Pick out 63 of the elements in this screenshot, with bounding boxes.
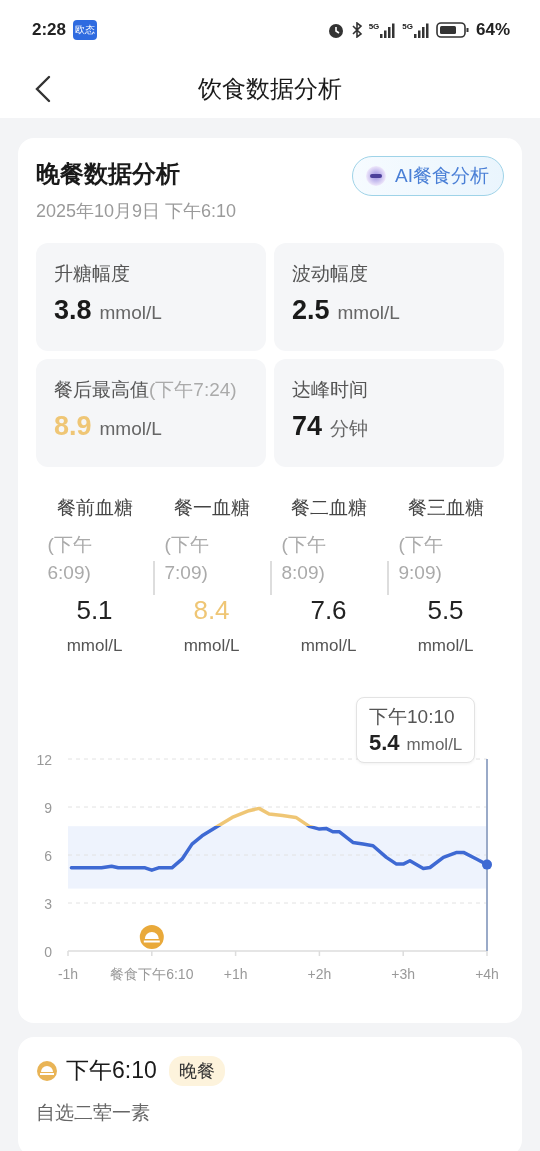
network-type: 5G	[368, 22, 380, 31]
reading-time: (下午9:09)	[398, 533, 444, 585]
stat-unit: mmol/L	[337, 302, 400, 324]
battery-level: 64%	[475, 20, 510, 40]
reading-unit: mmol/L	[66, 636, 123, 656]
reading-value: 5.5	[427, 595, 464, 626]
x-axis-label: +1h	[223, 966, 248, 982]
meal-description: 自选二荤一素	[36, 1101, 151, 1125]
reading-unit: mmol/L	[300, 636, 357, 656]
stat-unit: 分钟	[330, 417, 369, 441]
cloche-icon	[139, 925, 164, 949]
y-axis-label: 12	[36, 752, 52, 768]
reading-label: 餐前血糖	[56, 496, 133, 520]
reading-time: (下午6:09)	[47, 533, 93, 585]
network-type: 5G	[402, 22, 413, 31]
reading-label: 餐三血糖	[407, 496, 484, 520]
y-axis-label: 3	[44, 896, 52, 912]
app-badge: 欧态	[73, 20, 98, 40]
bluetooth-icon	[350, 22, 363, 38]
reading-unit: mmol/L	[417, 636, 474, 656]
meal-time: 下午6:10	[66, 1056, 157, 1085]
stat-value: 3.8	[54, 295, 92, 326]
stat-label: 波动幅度	[292, 262, 368, 286]
stat-unit: mmol/L	[99, 302, 162, 324]
data-point	[482, 859, 492, 870]
ai-analysis-button[interactable]: AI餐食分析	[352, 156, 504, 196]
cloche-icon	[36, 1059, 58, 1082]
x-axis-label: +4h	[475, 966, 499, 982]
stat-label: 达峰时间	[292, 378, 368, 402]
clock-time: 2:28	[32, 20, 67, 40]
reading-value: 5.1	[76, 595, 113, 626]
stat-unit: mmol/L	[99, 418, 162, 440]
reading-time: (下午7:09)	[164, 533, 210, 585]
stat-note: (下午7:24)	[149, 378, 237, 402]
reading-value: 7.6	[310, 595, 347, 626]
tooltip-time: 下午10:10	[369, 705, 456, 729]
tooltip-unit: mmol/L	[406, 735, 463, 755]
meal-tag: 晚餐	[168, 1055, 225, 1086]
card-title: 晚餐数据分析	[36, 159, 181, 189]
stat-value: 8.9	[54, 411, 92, 442]
x-axis-label: -1h	[57, 966, 79, 982]
y-axis-label: 0	[44, 944, 52, 960]
x-axis-label: +2h	[307, 966, 332, 982]
stat-label: 餐后最高值	[54, 378, 149, 402]
reading-value: 8.4	[193, 595, 230, 626]
signal-icon	[380, 22, 397, 38]
y-axis-label: 6	[44, 848, 52, 864]
alarm-icon	[326, 21, 345, 39]
stat-label: 升糖幅度	[54, 262, 130, 286]
page-title: 饮食数据分析	[198, 74, 342, 104]
battery-icon	[435, 21, 470, 39]
x-axis-label: +3h	[391, 966, 416, 982]
y-axis-label: 9	[44, 800, 52, 816]
signal-icon	[413, 22, 430, 38]
stat-value: 2.5	[292, 295, 330, 326]
stat-value: 74	[292, 411, 323, 442]
x-axis-label: 餐食下午6:10	[110, 966, 194, 982]
reading-time: (下午8:09)	[281, 533, 327, 585]
reading-label: 餐二血糖	[290, 496, 367, 520]
meal-date: 2025年10月9日 下午6:10	[36, 200, 237, 223]
reading-unit: mmol/L	[183, 636, 240, 656]
tooltip-value: 5.4	[369, 730, 400, 756]
reading-label: 餐一血糖	[173, 496, 250, 520]
